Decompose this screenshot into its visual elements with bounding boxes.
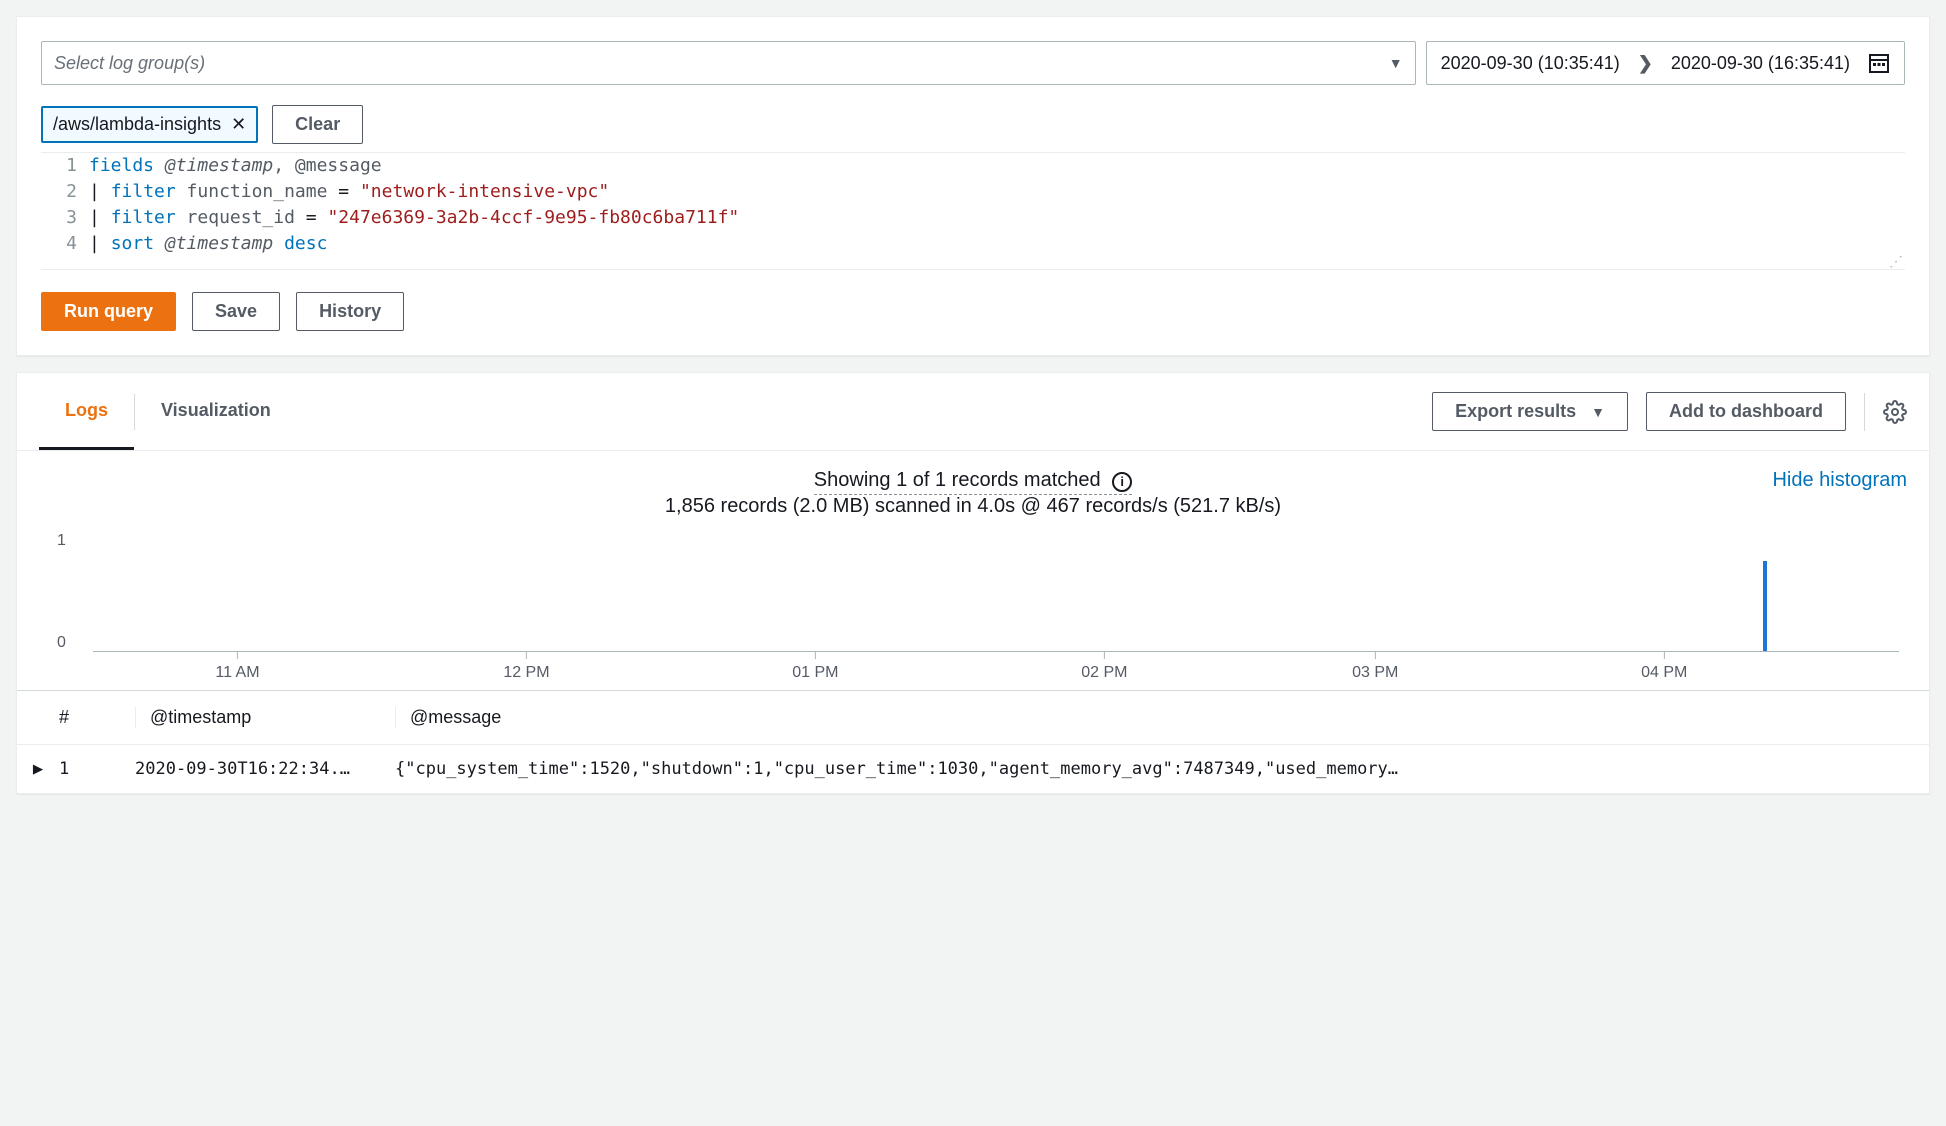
table-row[interactable]: ▶ 1 2020-09-30T16:22:34.… {"cpu_system_t… [17, 745, 1929, 793]
caret-down-icon: ▼ [1591, 404, 1605, 420]
xtick: 03 PM [1352, 664, 1398, 681]
run-query-button[interactable]: Run query [41, 292, 176, 331]
query-editor[interactable]: 1 fields @timestamp, @message 2 | filter… [41, 152, 1905, 270]
line-number: 3 [41, 205, 89, 231]
calendar-icon [1868, 52, 1890, 74]
histogram-chart: 1 0 11 AM 12 PM 01 PM 02 PM 03 PM 04 PM [87, 532, 1899, 682]
ytick: 0 [57, 634, 66, 652]
line-number: 4 [41, 231, 89, 257]
resize-handle-icon: ⋰ [1889, 257, 1903, 267]
date-range-picker[interactable]: 2020-09-30 (10:35:41) ❯ 2020-09-30 (16:3… [1426, 41, 1905, 85]
date-from: 2020-09-30 (10:35:41) [1441, 53, 1620, 74]
col-header-message[interactable]: @message [395, 707, 1929, 728]
tab-logs[interactable]: Logs [39, 373, 134, 450]
records-matched-text: Showing 1 of 1 records matched i [814, 469, 1132, 495]
cell-message: {"cpu_system_time":1520,"shutdown":1,"cp… [395, 759, 1929, 779]
table-header: # @timestamp @message [17, 691, 1929, 745]
info-icon[interactable]: i [1112, 472, 1132, 492]
col-header-num[interactable]: # [59, 707, 135, 728]
chip-label: /aws/lambda-insights [53, 114, 221, 135]
hide-histogram-link[interactable]: Hide histogram [1772, 469, 1907, 492]
tab-visualization[interactable]: Visualization [135, 373, 297, 450]
histogram-bar [1763, 561, 1767, 651]
clear-button[interactable]: Clear [272, 105, 363, 144]
line-number: 1 [41, 153, 89, 179]
chevron-right-icon: ❯ [1638, 53, 1653, 74]
export-results-button[interactable]: Export results ▼ [1432, 392, 1628, 431]
chip-remove-icon[interactable]: ✕ [231, 114, 246, 135]
xtick: 04 PM [1641, 664, 1687, 681]
xtick: 02 PM [1081, 664, 1127, 681]
line-number: 2 [41, 179, 89, 205]
select-log-groups-dropdown[interactable]: Select log group(s) ▼ [41, 41, 1416, 85]
xtick: 11 AM [215, 664, 259, 681]
results-table: # @timestamp @message ▶ 1 2020-09-30T16:… [17, 690, 1929, 793]
add-to-dashboard-button[interactable]: Add to dashboard [1646, 392, 1846, 431]
date-to: 2020-09-30 (16:35:41) [1671, 53, 1850, 74]
ytick: 1 [57, 532, 66, 550]
expand-caret-icon[interactable]: ▶ [33, 759, 43, 779]
log-group-chip: /aws/lambda-insights ✕ [41, 106, 258, 143]
cell-timestamp: 2020-09-30T16:22:34.… [135, 759, 395, 779]
gear-icon[interactable] [1883, 400, 1907, 424]
caret-down-icon: ▼ [1389, 55, 1403, 71]
save-button[interactable]: Save [192, 292, 280, 331]
xtick: 01 PM [792, 664, 838, 681]
baseline [93, 651, 1899, 652]
select-log-groups-placeholder: Select log group(s) [54, 53, 205, 74]
records-scanned-text: 1,856 records (2.0 MB) scanned in 4.0s @… [665, 495, 1281, 517]
xtick: 12 PM [503, 664, 549, 681]
results-panel: Logs Visualization Export results ▼ Add … [16, 372, 1930, 794]
col-header-timestamp[interactable]: @timestamp [135, 707, 395, 728]
divider [1864, 393, 1865, 431]
query-panel: Select log group(s) ▼ 2020-09-30 (10:35:… [16, 16, 1930, 356]
cell-num: 1 [59, 759, 135, 779]
history-button[interactable]: History [296, 292, 404, 331]
